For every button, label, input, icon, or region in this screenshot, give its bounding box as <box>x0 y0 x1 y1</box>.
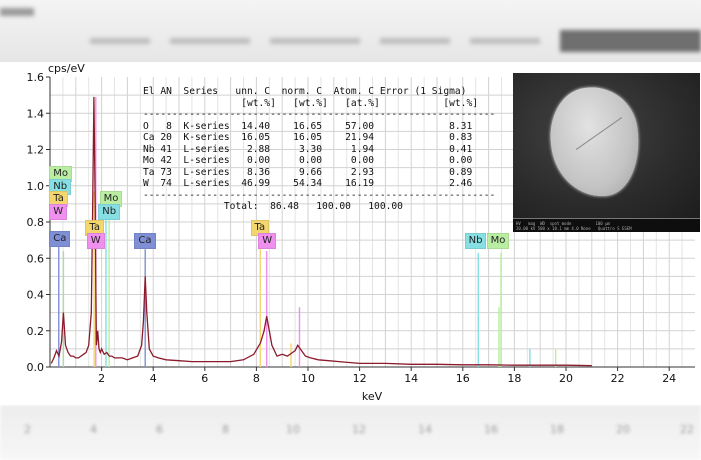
x-tick-label: 12 <box>353 372 367 385</box>
x-tick-label: 24 <box>662 372 676 385</box>
y-tick-label: 1.0 <box>27 180 45 193</box>
results-row: Mo 42 L-series 0.00 0.00 0.00 0.00 <box>143 155 473 166</box>
element-tag-nb: Nb <box>98 204 121 221</box>
sem-image <box>513 73 700 218</box>
results-row: O 8 K-series 14.40 16.65 57.00 8.31 <box>143 120 473 132</box>
results-divider: ----------------------------------------… <box>143 189 496 201</box>
results-row: Ca 20 K-series 16.05 16.05 21.94 0.83 <box>143 132 473 143</box>
x-axis-label: keV <box>362 390 383 403</box>
y-tick-label: 1.4 <box>27 107 45 120</box>
sem-info-text: HV mag WD spot mode 100 µm 20.00 kV 500 … <box>516 221 632 231</box>
y-tick-label: 0.0 <box>27 361 45 374</box>
x-tick-label: 10 <box>301 372 315 385</box>
x-tick-label: 8 <box>253 372 260 385</box>
element-tag-w: W <box>49 204 68 221</box>
x-tick-label: 14 <box>404 372 418 385</box>
element-tag-w: W <box>258 233 277 250</box>
x-tick-label: 4 <box>150 372 157 385</box>
results-row: W 74 L-series 46.99 54.34 16.19 2.46 <box>143 178 473 189</box>
y-tick-label: 0.4 <box>27 289 45 302</box>
element-tag-w: W <box>86 233 105 250</box>
x-tick-label: 16 <box>456 372 470 385</box>
sem-info-bar: HV mag WD spot mode 100 µm 20.00 kV 500 … <box>513 218 700 232</box>
element-tag-ca: Ca <box>134 233 156 250</box>
y-tick-label: 0.6 <box>27 252 45 265</box>
results-total-row: Total: 86.48 100.00 100.00 <box>143 201 403 212</box>
element-tag-ca: Ca <box>49 231 71 248</box>
results-divider: ----------------------------------------… <box>143 109 496 120</box>
results-row: Nb 41 L-series 2.88 3.30 1.94 0.41 <box>143 143 473 155</box>
results-header-units: [wt.%] [wt.%] [at.%] [wt.%] <box>143 97 479 109</box>
y-tick-label: 0.2 <box>27 325 45 338</box>
sem-grain <box>543 81 647 203</box>
x-tick-label: 2 <box>98 372 105 385</box>
results-row: Ta 73 L-series 8.36 9.66 2.93 0.89 <box>143 166 473 178</box>
quantification-results-table: El AN Series unn. C norm. C Atom. C Erro… <box>143 86 495 213</box>
y-tick-label: 1.2 <box>27 144 45 157</box>
x-tick-label: 18 <box>507 372 521 385</box>
x-tick-label: 22 <box>611 372 625 385</box>
element-tag-mo: Mo <box>486 233 510 250</box>
x-tick-label: 20 <box>559 372 573 385</box>
y-axis-label: cps/eV <box>48 62 85 75</box>
x-tick-label: 6 <box>201 372 208 385</box>
y-tick-label: 1.6 <box>27 71 45 84</box>
results-header-row: El AN Series unn. C norm. C Atom. C Erro… <box>143 86 467 97</box>
y-tick-label: 0.8 <box>27 216 45 229</box>
sem-micrograph: HV mag WD spot mode 100 µm 20.00 kV 500 … <box>513 73 700 232</box>
element-tag-nb: Nb <box>464 233 487 250</box>
